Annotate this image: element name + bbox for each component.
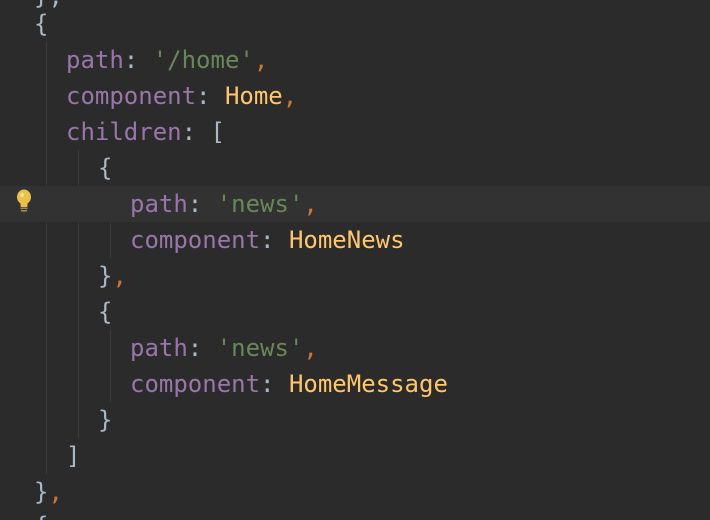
lightbulb-icon[interactable] — [14, 188, 34, 214]
code-token: , — [253, 46, 269, 74]
code-line[interactable]: children: [ — [0, 114, 710, 150]
code-token: } — [98, 406, 113, 434]
code-token: : — [123, 46, 153, 74]
code-token: children — [66, 118, 182, 146]
code-token: path — [66, 46, 124, 74]
code-line[interactable]: ] — [0, 438, 710, 474]
code-token: { — [34, 512, 48, 520]
code-token: HomeMessage — [288, 370, 448, 398]
code-token: '/home' — [152, 46, 254, 74]
code-text: path: 'news', — [130, 186, 318, 222]
code-token: : — [260, 370, 289, 398]
code-token: { — [98, 154, 113, 182]
code-text: children: [ — [66, 114, 225, 150]
code-token: path — [130, 190, 188, 218]
code-line[interactable]: { — [0, 150, 710, 186]
code-text: { — [98, 150, 112, 186]
code-line[interactable]: }, — [0, 474, 710, 510]
code-line[interactable]: path: 'news', — [0, 330, 710, 366]
code-token: ] — [66, 442, 81, 470]
code-token: component — [130, 370, 261, 398]
code-text: component: Home, — [66, 78, 297, 114]
code-text: } — [98, 402, 112, 438]
code-token: } — [98, 262, 113, 290]
code-text: { — [34, 6, 48, 42]
code-text: }, — [34, 474, 63, 510]
code-line[interactable]: component: HomeMessage — [0, 366, 710, 402]
code-token: 'news' — [216, 334, 304, 362]
code-token: Home — [224, 82, 283, 110]
code-text: { — [34, 508, 48, 520]
code-line[interactable]: { — [0, 508, 710, 520]
code-line[interactable]: path: '/home', — [0, 42, 710, 78]
code-token: : — [260, 226, 289, 254]
code-text: ] — [66, 438, 80, 474]
code-token: , — [303, 334, 318, 362]
code-token: [ — [210, 118, 225, 146]
code-token: : — [181, 118, 211, 146]
code-line[interactable]: { — [0, 6, 710, 42]
code-text: path: '/home', — [66, 42, 268, 78]
code-token: component — [66, 82, 197, 110]
code-text: path: 'news', — [130, 330, 318, 366]
code-token: } — [34, 478, 49, 506]
code-line[interactable]: } — [0, 402, 710, 438]
code-line-current[interactable]: path: 'news', — [0, 186, 710, 222]
code-line[interactable]: }, — [0, 258, 710, 294]
code-text: { — [98, 294, 112, 330]
code-line[interactable]: component: HomeNews — [0, 222, 710, 258]
code-line[interactable]: { — [0, 294, 710, 330]
code-token: : — [187, 190, 217, 218]
code-editor[interactable]: }, { path: '/home', component: Home, chi… — [0, 0, 710, 520]
code-token: , — [112, 262, 127, 290]
code-token: , — [303, 190, 318, 218]
code-token: path — [130, 334, 188, 362]
code-text: component: HomeMessage — [130, 366, 448, 402]
code-token: : — [187, 334, 217, 362]
code-line[interactable]: component: Home, — [0, 78, 710, 114]
code-text: component: HomeNews — [130, 222, 405, 258]
code-token: { — [34, 10, 49, 38]
code-token: , — [48, 478, 63, 506]
code-token: { — [98, 298, 113, 326]
code-token: 'news' — [216, 190, 304, 218]
code-token: component — [130, 226, 261, 254]
code-token: : — [196, 82, 225, 110]
code-token: HomeNews — [288, 226, 405, 254]
code-text: }, — [98, 258, 127, 294]
code-token: , — [282, 82, 298, 110]
